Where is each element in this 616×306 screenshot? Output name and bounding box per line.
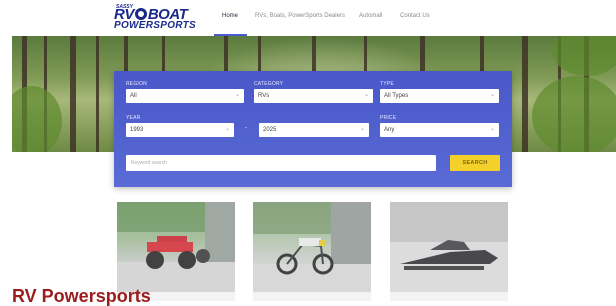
wheel-icon — [134, 8, 147, 20]
chevron-down-icon: ⌄ — [489, 92, 495, 98]
category-label: CATEGORY — [254, 81, 284, 87]
chevron-down-icon: ⌄ — [489, 126, 495, 132]
listing-card[interactable] — [253, 202, 371, 301]
listing-card[interactable] — [390, 202, 508, 301]
listing-photo — [390, 202, 508, 292]
nav-home[interactable]: Home — [222, 13, 238, 19]
chevron-down-icon: ⌄ — [359, 126, 365, 132]
price-label: PRICE — [380, 115, 397, 121]
chevron-down-icon: ⌄ — [363, 92, 369, 98]
nav-contact[interactable]: Contact Us — [400, 13, 430, 19]
type-select[interactable]: All Types ⌄ — [380, 89, 499, 103]
type-label: TYPE — [380, 81, 394, 87]
chevron-down-icon: ⌄ — [234, 92, 240, 98]
site-logo[interactable]: SASSY RV BOAT POWERSPORTS — [114, 4, 210, 33]
chevron-down-icon: ⌄ — [224, 126, 230, 132]
logo-line-2: POWERSPORTS — [114, 20, 197, 31]
category-select[interactable]: RVs ⌄ — [254, 89, 373, 103]
search-panel: REGION All ⌄ CATEGORY RVs ⌄ TYPE All Typ… — [114, 71, 512, 187]
region-label: REGION — [126, 81, 147, 87]
listing-photo — [253, 202, 371, 292]
year-from-select[interactable]: 1993 ⌄ — [126, 123, 234, 137]
listing-photo — [117, 202, 235, 292]
dirt-bike-image — [253, 202, 371, 292]
snowmobile-image — [390, 202, 508, 292]
search-button[interactable]: SEARCH — [450, 155, 500, 171]
atv-image — [117, 202, 235, 292]
region-select[interactable]: All ⌄ — [126, 89, 244, 103]
nav-automall[interactable]: Automall — [359, 13, 382, 19]
site-header: SASSY RV BOAT POWERSPORTS Home RVs, Boats… — [0, 0, 616, 36]
price-select[interactable]: Any ⌄ — [380, 123, 499, 137]
year-to-select[interactable]: 2025 ⌄ — [259, 123, 369, 137]
section-title: RV Powersports — [12, 286, 151, 306]
keyword-search-input[interactable]: Keyword search — [126, 155, 436, 171]
year-range-separator: - — [245, 125, 248, 132]
nav-dealers[interactable]: RVs, Boats, PowerSports Dealers — [255, 13, 345, 19]
year-label: YEAR — [126, 115, 141, 121]
